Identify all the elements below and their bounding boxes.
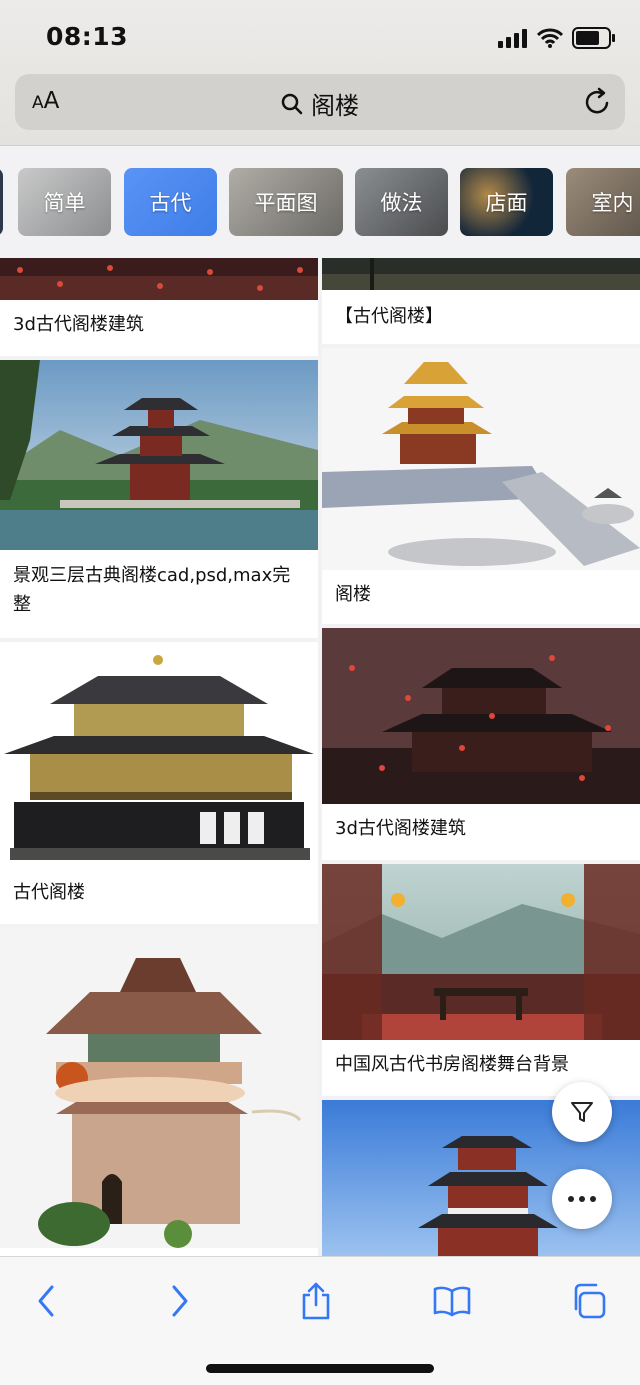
search-icon — [281, 93, 303, 114]
more-button[interactable] — [552, 1169, 612, 1229]
result-card[interactable]: 3d古代阁楼建筑 — [0, 258, 318, 356]
chip-simple[interactable]: 简单 — [18, 168, 111, 236]
reload-icon[interactable] — [583, 87, 613, 117]
chip-storefront[interactable]: 店面 — [460, 168, 553, 236]
search-query[interactable]: 阁楼 — [15, 86, 625, 121]
chip-floor-plan[interactable]: 平面图 — [229, 168, 343, 236]
chip-label: 简单 — [43, 191, 86, 215]
status-icons — [498, 26, 616, 50]
battery-icon — [572, 27, 615, 49]
result-caption: 古代阁楼 — [13, 882, 85, 903]
result-image — [322, 864, 640, 1040]
result-card[interactable]: 3d古代阁楼建筑 — [322, 628, 640, 860]
result-image — [0, 258, 318, 300]
more-icon — [568, 1196, 596, 1202]
chip-label: 做法 — [380, 191, 423, 215]
result-caption: 景观三层古典阁楼cad,psd,max完整 — [13, 565, 291, 615]
result-image — [322, 348, 640, 570]
forward-button[interactable] — [158, 1279, 202, 1323]
chip-label: 店面 — [485, 191, 528, 215]
chip-method[interactable]: 做法 — [355, 168, 448, 236]
result-card[interactable]: 阁楼 — [322, 348, 640, 624]
search-query-text: 阁楼 — [311, 92, 359, 120]
result-caption: 阁楼 — [335, 584, 371, 605]
result-card[interactable]: 中国风古代书房阁楼舞台背景 — [322, 864, 640, 1096]
filter-button[interactable] — [552, 1082, 612, 1142]
result-card[interactable]: 古代阁楼 — [0, 642, 318, 924]
wifi-icon — [537, 28, 563, 48]
cellular-signal-icon — [498, 29, 527, 48]
browser-top-bar: 08:13 AA 阁楼 — [0, 0, 640, 146]
tabs-icon — [574, 1283, 606, 1319]
result-image — [0, 928, 318, 1248]
result-image — [322, 258, 640, 290]
category-chips: 简单 古代 平面图 做法 店面 室内 — [0, 168, 640, 236]
result-caption: 中国风古代书房阁楼舞台背景 — [335, 1054, 569, 1075]
chevron-right-icon — [172, 1285, 188, 1317]
book-icon — [433, 1286, 471, 1317]
chip-label: 室内 — [591, 191, 634, 215]
chip-ancient-selected[interactable]: 古代 — [124, 168, 217, 236]
result-image — [322, 628, 640, 804]
result-caption: 3d古代阁楼建筑 — [13, 314, 144, 335]
bookmarks-button[interactable] — [430, 1279, 474, 1323]
home-indicator — [206, 1364, 434, 1373]
address-bar[interactable]: AA 阁楼 — [15, 74, 625, 130]
chip-label: 古代 — [149, 191, 192, 215]
result-card[interactable]: 【古代阁楼】 — [322, 258, 640, 344]
status-time: 08:13 — [46, 22, 129, 51]
chip-label: 平面图 — [254, 191, 318, 215]
tabs-button[interactable] — [566, 1279, 610, 1323]
chevron-left-icon — [38, 1285, 54, 1317]
result-caption: 【古代阁楼】 — [335, 306, 443, 327]
chip-interior[interactable]: 室内 — [566, 168, 640, 236]
share-icon — [302, 1282, 330, 1320]
filter-icon — [571, 1102, 593, 1122]
chip-hidden-left[interactable] — [0, 168, 3, 236]
result-image — [0, 360, 318, 550]
result-image — [0, 642, 318, 868]
result-card[interactable] — [0, 928, 318, 1256]
image-results-grid: 3d古代阁楼建筑 景观三层古典阁楼cad,psd,max完整 古代阁楼 【古代阁… — [0, 258, 640, 1256]
back-button[interactable] — [24, 1279, 68, 1323]
result-card[interactable]: 景观三层古典阁楼cad,psd,max完整 — [0, 360, 318, 638]
share-button[interactable] — [294, 1279, 338, 1323]
result-caption: 3d古代阁楼建筑 — [335, 818, 466, 839]
